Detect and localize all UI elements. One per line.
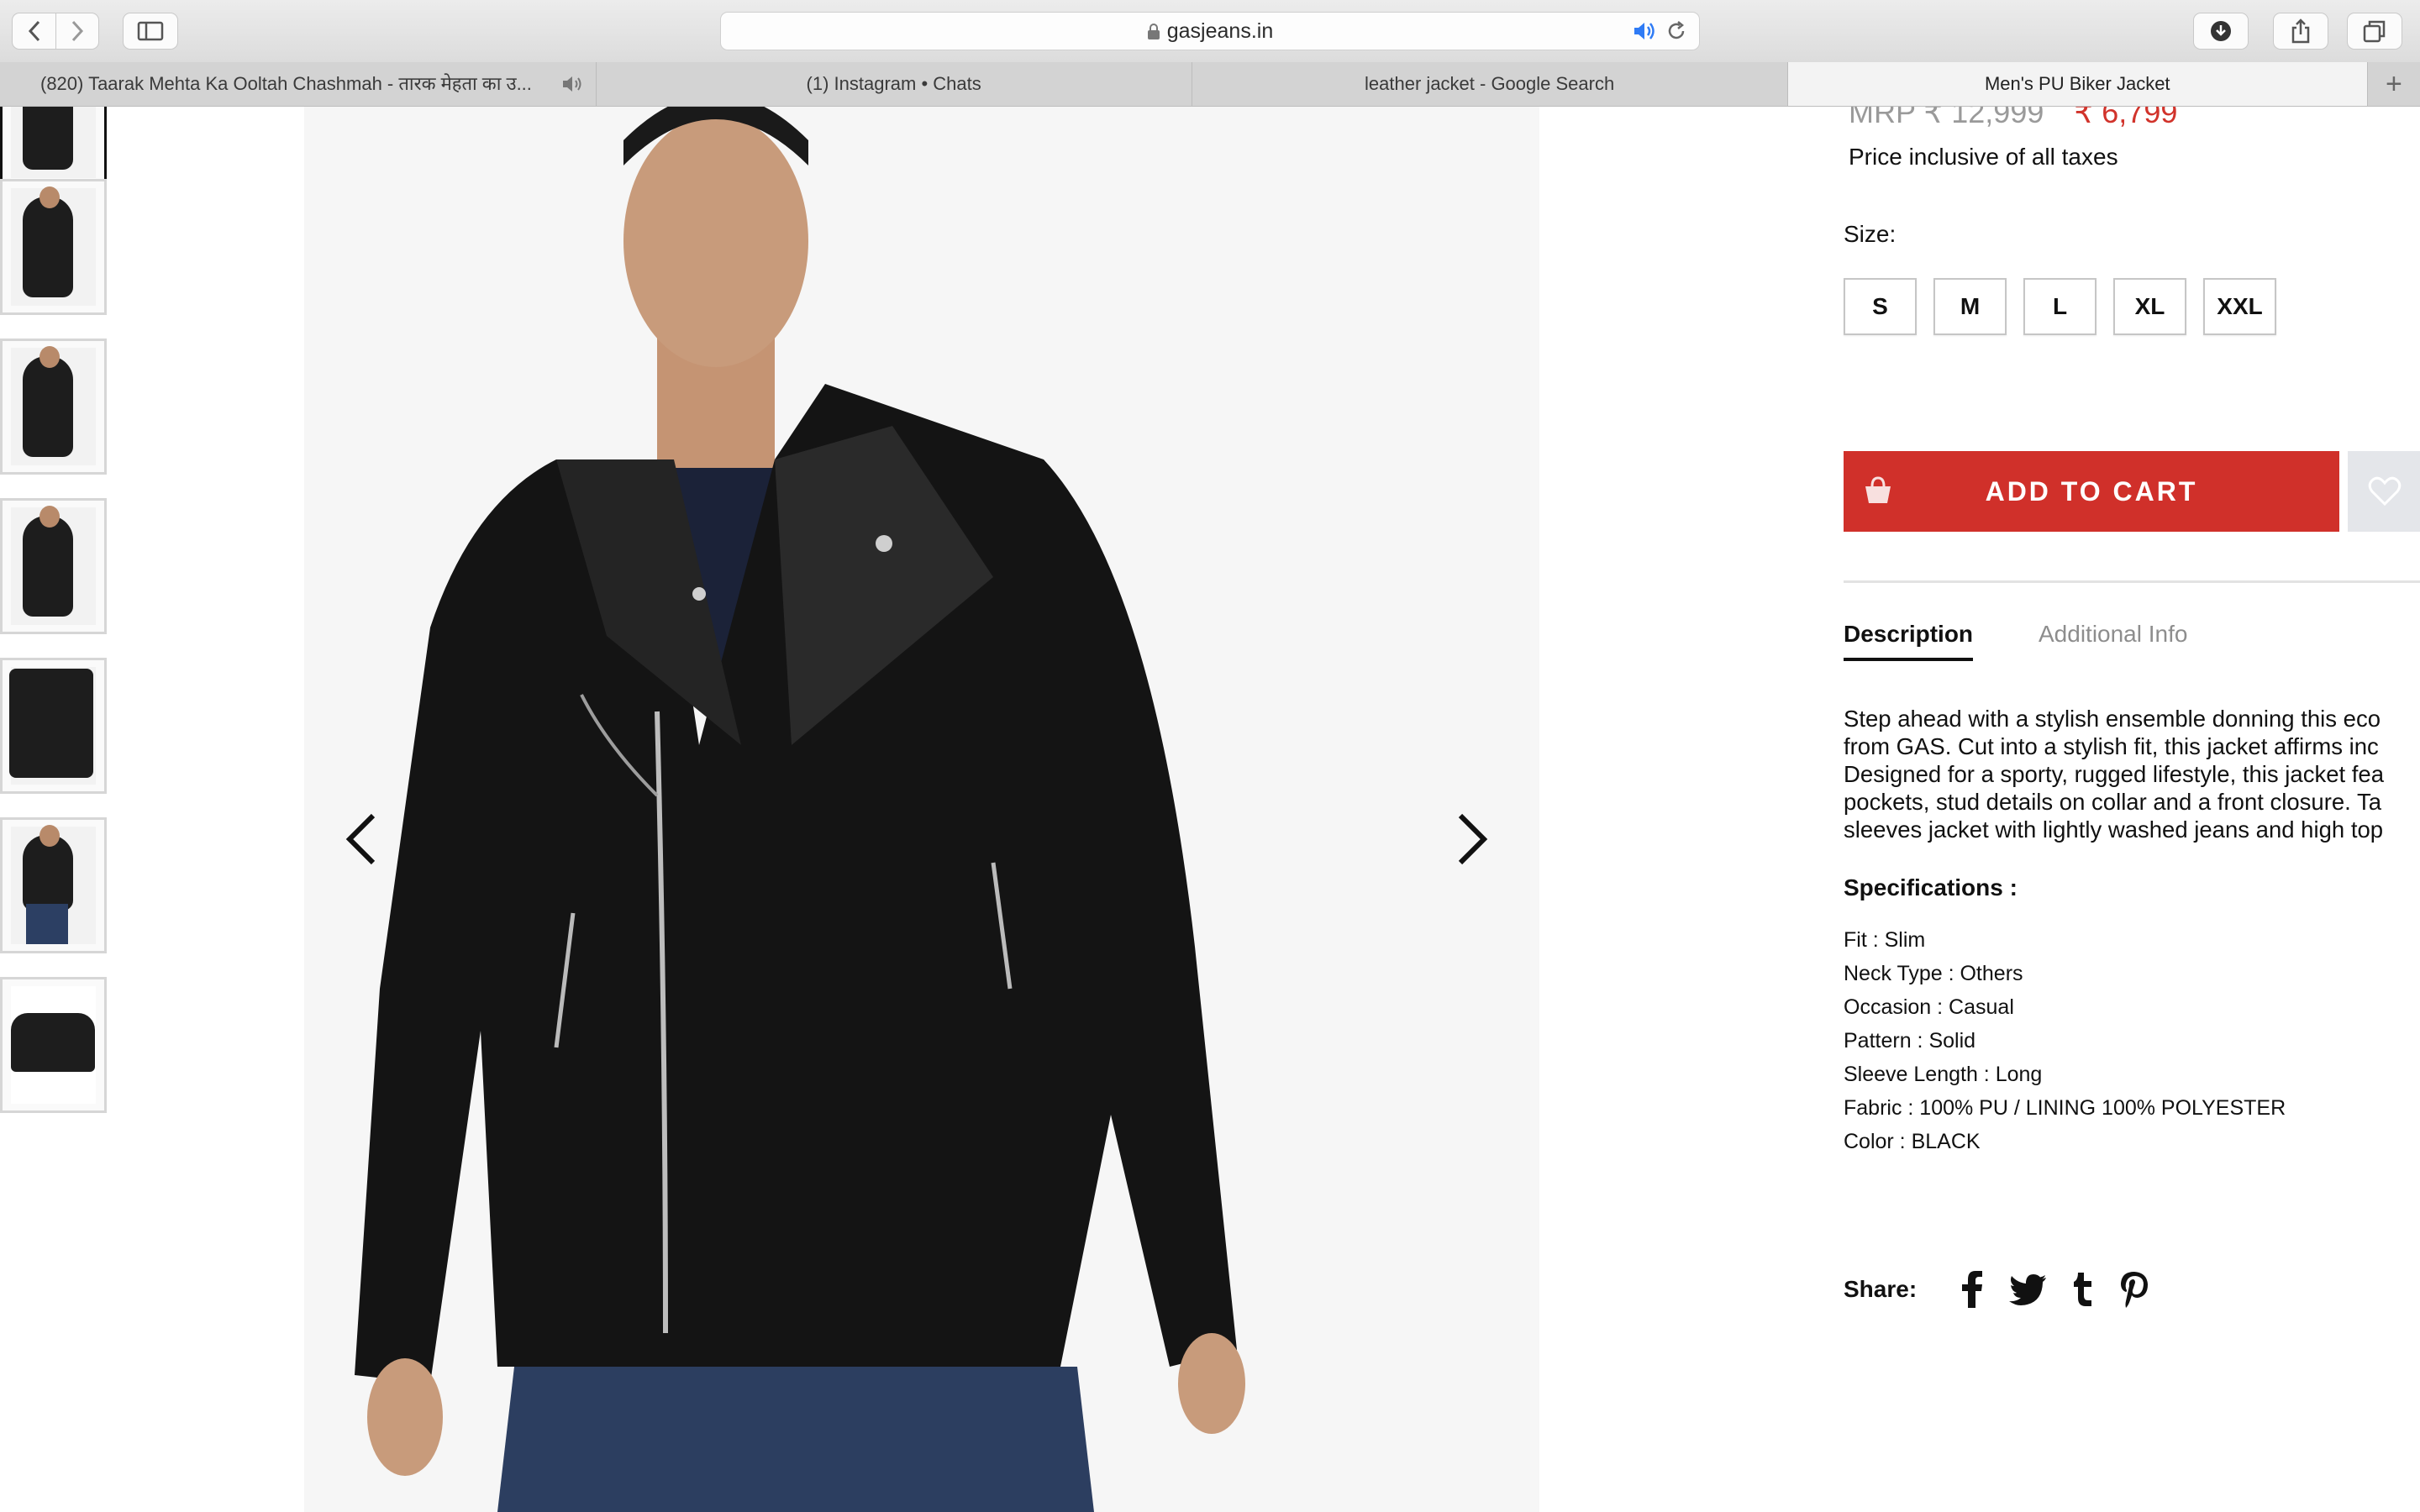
- speaker-icon[interactable]: [560, 74, 586, 94]
- size-option-s[interactable]: S: [1844, 278, 1917, 335]
- share-icon: [2291, 18, 2310, 44]
- tab-label: (1) Instagram • Chats: [806, 73, 981, 94]
- product-details: MRP ₹ 12,999 ₹ 6,799 Price inclusive of a…: [1844, 107, 2420, 1512]
- share-icons: [1961, 1271, 2149, 1308]
- reload-icon[interactable]: [1665, 20, 1687, 42]
- tab-description[interactable]: Description: [1844, 621, 1974, 661]
- url-text: gasjeans.in: [1166, 19, 1274, 43]
- thumbnail-6[interactable]: [0, 817, 107, 953]
- sale-price: ₹ 6,799: [2074, 107, 2178, 129]
- thumbnail-1[interactable]: [0, 107, 107, 187]
- thumbnail-7[interactable]: [0, 977, 107, 1113]
- thumbnail-4[interactable]: [0, 498, 107, 634]
- back-button[interactable]: [12, 13, 55, 50]
- description-line: sleeves jacket with lightly washed jeans…: [1844, 816, 2384, 843]
- plus-icon: +: [2386, 67, 2402, 100]
- shopping-bag-icon: [1865, 476, 1891, 503]
- tabs-icon: [2363, 20, 2386, 43]
- mrp-price: MRP ₹ 12,999: [1849, 107, 2044, 129]
- chevron-left-icon[interactable]: [345, 812, 378, 866]
- address-bar[interactable]: gasjeans.in: [720, 12, 1700, 50]
- tab-biker-jacket[interactable]: Men's PU Biker Jacket: [1787, 62, 2368, 106]
- spec-item: Fabric : 100% PU / LINING 100% POLYESTER: [1844, 1096, 2286, 1120]
- new-tab-button[interactable]: +: [2368, 62, 2420, 106]
- tab-label: leather jacket - Google Search: [1365, 73, 1615, 94]
- thumbnail-3[interactable]: [0, 339, 107, 475]
- model-photo: [304, 107, 1539, 1512]
- tab-additional-info[interactable]: Additional Info: [2039, 621, 2187, 648]
- specifications-list: Fit : Slim Neck Type : Others Occasion :…: [1844, 923, 2286, 1158]
- chevron-left-icon: [28, 20, 39, 42]
- tab-bar: (820) Taarak Mehta Ka Ooltah Chashmah - …: [0, 62, 2420, 107]
- downloads-button[interactable]: [2193, 13, 2249, 50]
- size-option-xl[interactable]: XL: [2113, 278, 2186, 335]
- spec-item: Pattern : Solid: [1844, 1029, 1976, 1053]
- heart-icon: [2368, 476, 2402, 507]
- add-to-cart-button[interactable]: ADD TO CART: [1844, 451, 2339, 532]
- size-option-l[interactable]: L: [2023, 278, 2096, 335]
- facebook-icon[interactable]: [1961, 1271, 1983, 1308]
- size-option-xxl[interactable]: XXL: [2203, 278, 2276, 335]
- description-line: Step ahead with a stylish ensemble donni…: [1844, 706, 2381, 732]
- description-line: Designed for a sporty, rugged lifestyle,…: [1844, 761, 2385, 787]
- wishlist-button[interactable]: [2348, 451, 2420, 532]
- chevron-right-icon[interactable]: [1455, 812, 1489, 866]
- chevron-right-icon: [71, 20, 84, 42]
- tab-label: Men's PU Biker Jacket: [1984, 73, 2170, 94]
- product-page: MRP ₹ 12,999 ₹ 6,799 Price inclusive of a…: [0, 107, 2420, 1512]
- spec-item: Neck Type : Others: [1844, 962, 2023, 985]
- share-label: Share:: [1844, 1276, 1918, 1302]
- add-to-cart-label: ADD TO CART: [1985, 475, 2198, 507]
- browser-toolbar: gasjeans.in: [0, 0, 2420, 63]
- size-options: S M L XL XXL: [1844, 278, 2276, 335]
- thumbnail-5[interactable]: [0, 658, 107, 794]
- lock-icon: [1147, 24, 1160, 40]
- tab-taarak-mehta[interactable]: (820) Taarak Mehta Ka Ooltah Chashmah - …: [0, 62, 597, 106]
- history-nav: [12, 13, 99, 50]
- size-label: Size:: [1844, 221, 1897, 247]
- price-row: MRP ₹ 12,999 ₹ 6,799: [1849, 107, 2177, 130]
- size-option-m[interactable]: M: [1933, 278, 2007, 335]
- sidebar-icon: [137, 21, 164, 41]
- share-button[interactable]: [2273, 13, 2328, 50]
- spec-item: Sleeve Length : Long: [1844, 1063, 2043, 1086]
- forward-button[interactable]: [55, 13, 99, 50]
- speaker-icon[interactable]: [1632, 20, 1657, 42]
- tab-overview-button[interactable]: [2347, 13, 2402, 50]
- specifications-title: Specifications :: [1844, 874, 2018, 900]
- pinterest-icon[interactable]: [2119, 1271, 2149, 1308]
- description-line: pockets, stud details on collar and a fr…: [1844, 789, 2381, 815]
- description-line: from GAS. Cut into a stylish fit, this j…: [1844, 733, 2379, 759]
- tab-label: (820) Taarak Mehta Ka Ooltah Chashmah - …: [40, 73, 532, 94]
- sidebar-toggle-button[interactable]: [123, 13, 178, 50]
- tab-google-search[interactable]: leather jacket - Google Search: [1192, 62, 1788, 106]
- twitter-icon[interactable]: [2008, 1273, 2047, 1305]
- spec-item: Fit : Slim: [1844, 928, 1926, 952]
- thumbnail-2[interactable]: [0, 179, 107, 315]
- spec-item: Color : BLACK: [1844, 1130, 1981, 1153]
- section-divider: [1844, 580, 2420, 583]
- tax-note: Price inclusive of all taxes: [1849, 144, 2118, 170]
- product-description: Step ahead with a stylish ensemble donni…: [1844, 705, 2420, 843]
- download-icon: [2211, 21, 2231, 41]
- tab-instagram[interactable]: (1) Instagram • Chats: [597, 62, 1192, 106]
- spec-item: Occasion : Casual: [1844, 995, 2014, 1019]
- product-image[interactable]: [304, 107, 1539, 1512]
- tumblr-icon[interactable]: [2072, 1273, 2094, 1306]
